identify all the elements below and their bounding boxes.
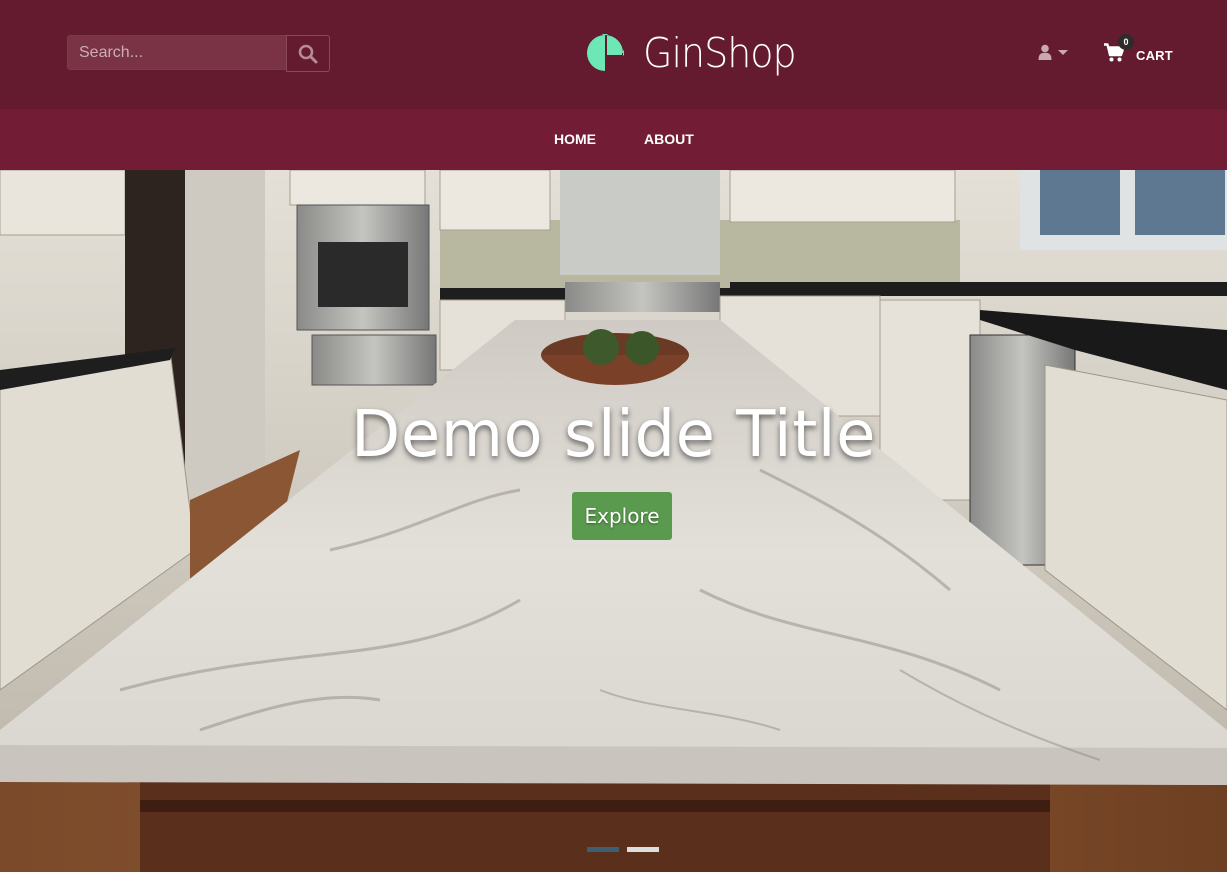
brand-logo[interactable]: GinShop [586, 29, 797, 77]
slide-indicators [587, 847, 659, 852]
chevron-down-icon [1058, 49, 1068, 55]
search-form [67, 35, 330, 72]
slide-indicator-2[interactable] [627, 847, 659, 852]
cart-link[interactable]: 0 CART [1104, 34, 1173, 67]
search-button[interactable] [286, 35, 330, 72]
slide-title: Demo slide Title [351, 398, 876, 472]
explore-button[interactable]: Explore [572, 492, 672, 540]
user-icon [1038, 44, 1052, 60]
hero-slider: Demo slide Title Explore [0, 170, 1227, 872]
logo-g-icon [587, 34, 624, 71]
nav-item-home[interactable]: HOME [554, 131, 596, 147]
search-icon [298, 44, 318, 63]
main-nav: HOME ABOUT [0, 109, 1227, 170]
slide-indicator-1[interactable] [587, 847, 619, 852]
search-input[interactable] [67, 35, 286, 70]
user-menu-toggle[interactable] [1038, 44, 1068, 60]
brand-name: GinShop [643, 29, 797, 77]
header-bar: GinShop 0 CART [0, 0, 1227, 109]
nav-item-about[interactable]: ABOUT [644, 131, 694, 147]
cart-count-badge: 0 [1118, 34, 1134, 50]
cart-label: CART [1136, 47, 1173, 63]
